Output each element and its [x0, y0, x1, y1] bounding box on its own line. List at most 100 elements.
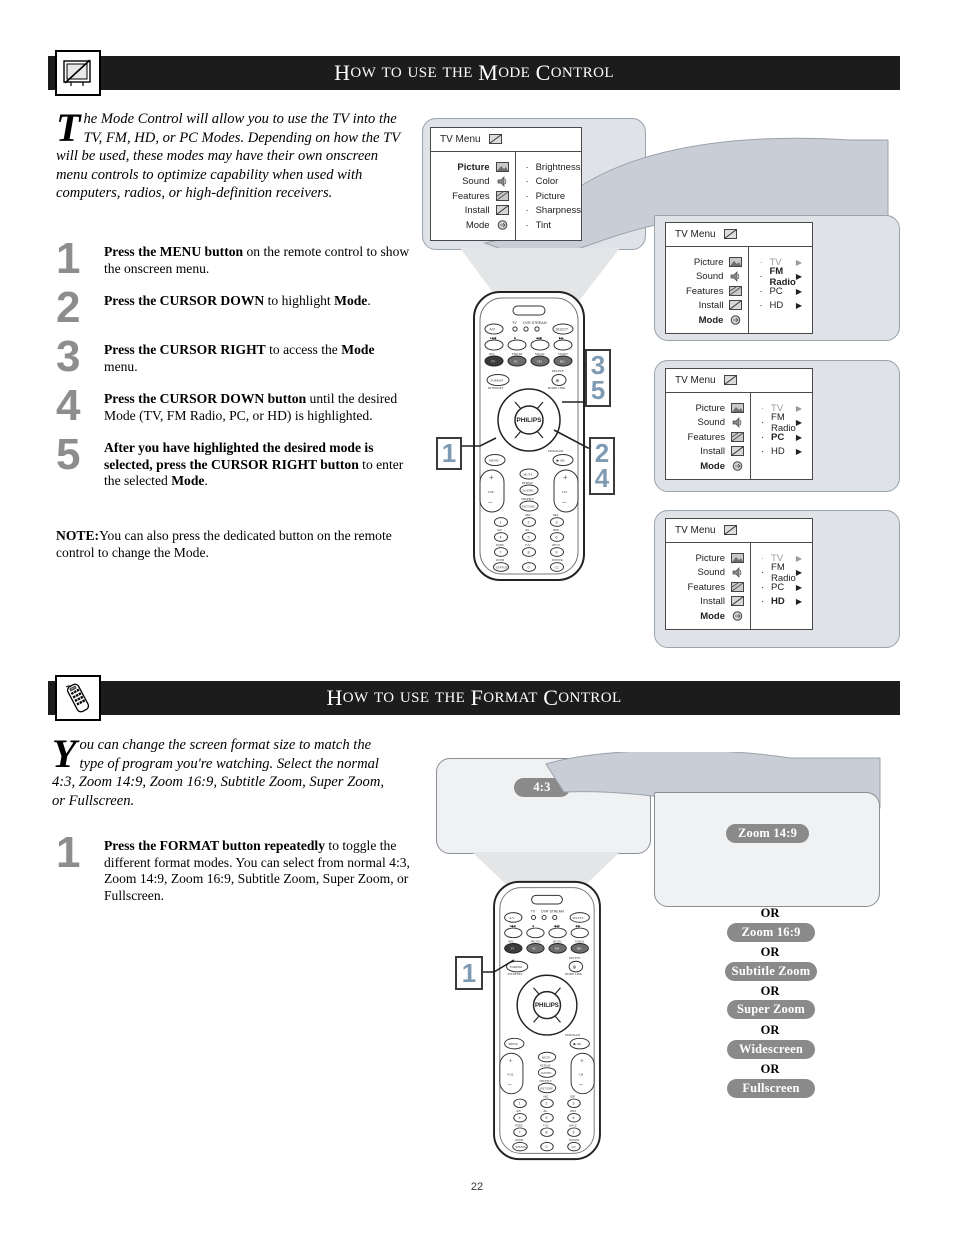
svg-text:ZOOM: ZOOM — [515, 1138, 523, 1142]
or-label: OR — [760, 906, 780, 920]
svg-text:▶▶: ▶▶ — [558, 336, 564, 340]
step-text: Press the FORMAT button repeatedly to to… — [104, 838, 410, 903]
tv-menu-item-install[interactable]: Install — [666, 445, 745, 460]
tv-menu-option-fm-radio[interactable]: · FM Radio ▶ — [759, 266, 812, 288]
chevron-right-icon: ▶ — [795, 286, 802, 296]
tv-menu-item-sound[interactable]: Sound — [666, 566, 744, 581]
tv-menu-option-label: PC — [771, 581, 785, 593]
svg-text:DEF: DEF — [570, 1095, 576, 1099]
svg-text:6: 6 — [556, 536, 558, 540]
svg-text:1: 1 — [519, 1102, 521, 1106]
tv-menu-item-sound[interactable]: Sound — [431, 175, 509, 190]
svg-text:3: 3 — [573, 1102, 575, 1106]
remote-control-format[interactable]: TV DVR STREAM A/V SELECT I◀◀ ■ ◀◀I ▶▶ RE… — [488, 878, 606, 1168]
tv-menu-item-picture[interactable]: Picture — [431, 160, 509, 175]
tv-menu-item-sound[interactable]: Sound — [666, 416, 744, 431]
step-number: 1 — [56, 828, 81, 877]
steps-format: 1 Press the FORMAT button repeatedly to … — [56, 831, 411, 913]
svg-text:MUSIC: MUSIC — [553, 940, 562, 944]
svg-text:SELECT: SELECT — [573, 916, 584, 920]
format-pill-fullscreen: Fullscreen — [727, 1079, 815, 1098]
step-text: Press the CURSOR DOWN button until the d… — [104, 391, 398, 423]
tv-menu-option-brightness[interactable]: · Brightness — [526, 160, 581, 175]
tv-menu-item-picture[interactable]: Picture — [666, 401, 745, 416]
tv-menu-option-hd[interactable]: · HD ▶ — [761, 445, 812, 460]
chevron-right-icon: ▶ — [795, 418, 802, 428]
tv-menu-item-label: Mode — [700, 460, 726, 472]
tv-menu-header-label: TV Menu — [675, 229, 716, 240]
tv-menu-item-features[interactable]: Features — [666, 430, 745, 445]
install-icon — [729, 300, 743, 311]
tv-menu-item-mode[interactable]: Mode — [431, 218, 509, 233]
step-2: 2 Press the CURSOR DOWN to highlight Mod… — [56, 286, 411, 333]
tv-menu-item-features[interactable]: Features — [431, 189, 509, 204]
svg-text:TV: TV — [512, 321, 517, 325]
chevron-right-icon: ▶ — [795, 257, 802, 267]
install-icon — [731, 446, 745, 457]
step-1: 1 Press the MENU button on the remote co… — [56, 237, 411, 284]
svg-text:4: 4 — [519, 1116, 521, 1120]
tv-menu-item-mode[interactable]: Mode — [666, 313, 742, 328]
tv-menu-item-install[interactable]: Install — [666, 595, 745, 610]
tv-menu-body: Picture Sound Features Install Mode · Brightn… — [431, 152, 581, 241]
svg-text:HD: HD — [560, 360, 565, 364]
svg-text:9: 9 — [573, 1131, 575, 1135]
tv-menu-item-picture[interactable]: Picture — [666, 255, 743, 270]
tv-menu-option-hd[interactable]: · HD ▶ — [759, 299, 812, 314]
svg-text:TV: TV — [531, 910, 536, 914]
tv-menu-item-features[interactable]: Features — [666, 284, 743, 299]
tv-menu-option-hd[interactable]: · HD ▶ — [761, 595, 812, 610]
tv-menu-option-picture[interactable]: · Picture — [526, 189, 581, 204]
intro-text-format: ou can change the screen format size to … — [52, 737, 385, 809]
note-mode: NOTE:You can also press the dedicated bu… — [56, 528, 406, 561]
svg-text:SELECT: SELECT — [556, 328, 568, 332]
svg-text:SHUFFLE: SHUFFLE — [539, 1079, 552, 1083]
svg-text:0: 0 — [546, 1145, 548, 1149]
mode-icon — [729, 314, 742, 326]
svg-text:7: 7 — [519, 1131, 521, 1135]
tv-menu-body: Picture Sound Features Install Mode · TV ▶ · FM … — [666, 247, 812, 334]
install-icon — [495, 205, 509, 216]
tv-menu-option-fm-radio[interactable]: · FM Radio ▶ — [761, 412, 812, 434]
dropcap-format: Y — [52, 731, 77, 776]
svg-text:⊕: ⊕ — [573, 965, 577, 970]
bullet-icon: · — [759, 300, 763, 311]
tv-menu-item-install[interactable]: Install — [431, 204, 509, 219]
svg-text:FORMAT: FORMAT — [491, 379, 504, 383]
svg-text:JKL: JKL — [543, 1109, 548, 1113]
tv-menu-right-column: · Brightness · Color · Picture · Sharpness · Tint — [516, 152, 581, 241]
svg-text:1: 1 — [500, 521, 502, 525]
tv-menu-item-features[interactable]: Features — [666, 580, 745, 595]
bullet-icon: · — [525, 205, 529, 216]
tv-menu-item-mode[interactable]: Mode — [666, 459, 744, 474]
svg-text:5: 5 — [528, 536, 530, 540]
tv-menu-picture: TV Menu Picture Sound Features Install Mode … — [430, 127, 582, 241]
bullet-icon: · — [525, 190, 529, 201]
svg-text:■: ■ — [533, 924, 535, 928]
svg-text:VIDEO: VIDEO — [558, 352, 568, 356]
svg-text:▶▶: ▶▶ — [575, 924, 581, 928]
bullet-icon: · — [525, 176, 529, 187]
tv-menu-header-label: TV Menu — [675, 525, 716, 536]
or-label: OR — [760, 945, 780, 959]
step-4: 4 Press the CURSOR DOWN button until the… — [56, 384, 411, 431]
tv-menu-option-fm-radio[interactable]: · FM Radio ▶ — [761, 562, 812, 584]
svg-text:5: 5 — [546, 1116, 548, 1120]
tv-menu-item-picture[interactable]: Picture — [666, 551, 745, 566]
tv-menu-option-color[interactable]: · Color — [526, 175, 581, 190]
tv-menu-item-sound[interactable]: Sound — [666, 270, 742, 285]
tv-menu-item-install[interactable]: Install — [666, 299, 743, 314]
tv-menu-option-tint[interactable]: · Tint — [526, 218, 581, 233]
tv-menu-item-label: Picture — [457, 161, 490, 173]
svg-text:DVR STREAM: DVR STREAM — [523, 321, 547, 325]
bullet-icon: · — [761, 431, 765, 442]
features-icon — [495, 190, 509, 202]
tv-menu-option-label: HD — [771, 596, 785, 608]
mode-icon — [496, 219, 509, 231]
format-pill-zoom149: Zoom 14:9 — [726, 824, 809, 843]
tv-menu-item-label: Features — [685, 285, 724, 297]
tv-menu-item-mode[interactable]: Mode — [666, 609, 744, 624]
svg-text:DVR STREAM: DVR STREAM — [541, 910, 564, 914]
tv-menu-option-sharpness[interactable]: · Sharpness — [526, 204, 581, 219]
svg-text:REPEAT: REPEAT — [540, 1064, 551, 1068]
